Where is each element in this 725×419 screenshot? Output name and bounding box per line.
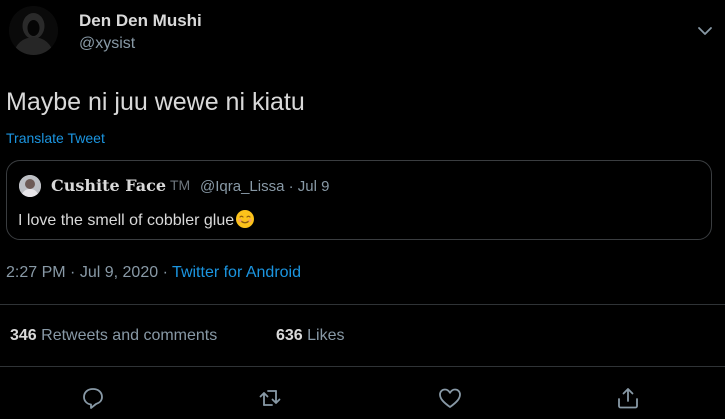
quoted-author-handle: @Iqra_Lissa	[200, 178, 285, 195]
tweet-date[interactable]: Jul 9, 2020	[80, 264, 158, 281]
heart-icon[interactable]	[437, 385, 463, 411]
retweets-stat[interactable]: 346 Retweets and comments	[10, 327, 217, 345]
divider	[0, 304, 725, 305]
divider	[0, 366, 725, 367]
quoted-tweet-meta: @Iqra_Lissa · Jul 9	[200, 178, 329, 195]
quoted-tweet-card[interactable]: Cushite Face TM @Iqra_Lissa · Jul 9 I lo…	[6, 160, 712, 240]
retweets-label: Retweets and comments	[41, 327, 218, 344]
quoted-author-name: Cushite Face	[51, 176, 166, 195]
tweet-time[interactable]: 2:27 PM	[6, 264, 66, 281]
smiling-face-emoji-icon	[235, 209, 255, 229]
quoted-tweet-text-line: I love the smell of cobbler glue	[18, 209, 255, 230]
tweet-text: Maybe ni juu wewe ni kiatu	[6, 88, 305, 116]
quoted-author-name-suffix: TM	[170, 177, 191, 193]
likes-stat[interactable]: 636 Likes	[276, 327, 345, 345]
likes-label: Likes	[307, 327, 345, 344]
author-handle[interactable]: @xysist	[79, 35, 135, 53]
quoted-meta-separator: ·	[288, 178, 294, 195]
tweet-timestamp: 2:27 PM · Jul 9, 2020 · Twitter for Andr…	[6, 264, 301, 282]
chevron-down-icon[interactable]	[695, 24, 715, 38]
quoted-tweet-date: Jul 9	[297, 178, 330, 195]
share-icon[interactable]	[615, 385, 641, 411]
translate-tweet-link[interactable]: Translate Tweet	[6, 130, 105, 146]
source-separator: ·	[162, 264, 168, 281]
quoted-author-avatar	[19, 175, 41, 197]
retweets-count: 346	[10, 327, 37, 344]
author-display-name[interactable]: Den Den Mushi	[79, 11, 202, 31]
time-separator: ·	[70, 264, 76, 281]
tweet-source-link[interactable]: Twitter for Android	[172, 264, 301, 281]
reply-icon[interactable]	[80, 385, 106, 411]
retweet-icon[interactable]	[257, 385, 283, 411]
quoted-tweet-text: I love the smell of cobbler glue	[18, 212, 235, 229]
likes-count: 636	[276, 327, 303, 344]
author-avatar[interactable]	[9, 6, 58, 55]
